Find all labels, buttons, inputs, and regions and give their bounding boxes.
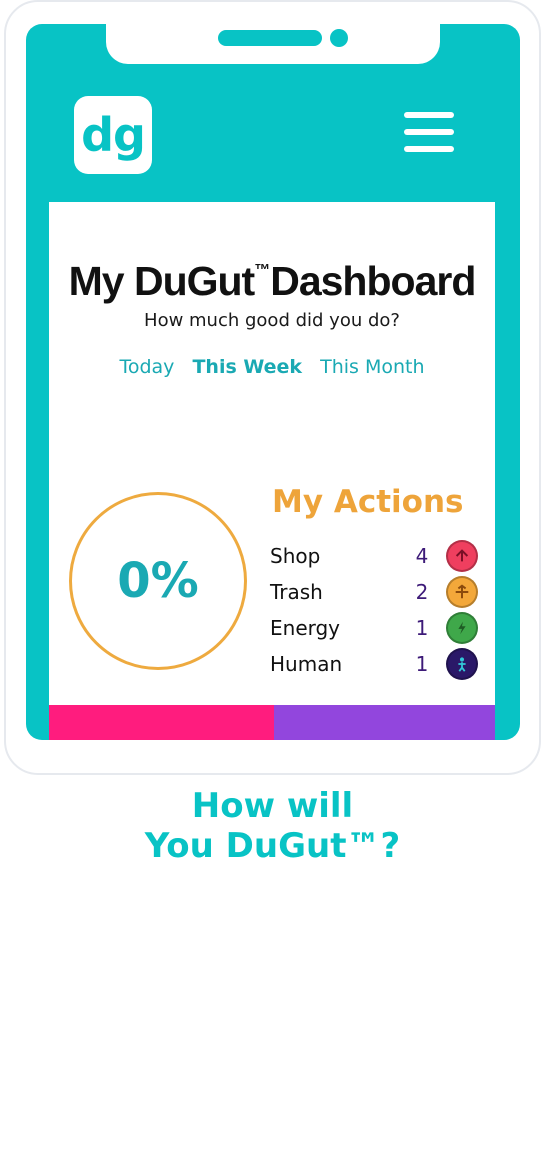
trademark-symbol: ™ (254, 262, 271, 279)
human-icon[interactable] (446, 648, 478, 680)
action-count: 1 (415, 652, 429, 676)
phone-body: dg My DuGut™Dashboard How much good did … (26, 24, 520, 740)
dashboard-screen: My DuGut™Dashboard How much good did you… (49, 202, 495, 740)
dg-logo[interactable]: dg (74, 96, 152, 174)
tagline: How will You DuGut™? (0, 786, 545, 866)
tagline-line-2: You DuGut™? (144, 826, 401, 866)
page-subtitle: How much good did you do? (144, 310, 400, 331)
period-tabs: Today This Week This Month (49, 356, 495, 378)
camera-icon (330, 29, 348, 47)
action-count: 4 (415, 544, 429, 568)
action-row-energy[interactable]: Energy 1 (270, 612, 482, 646)
action-row-human[interactable]: Human 1 (270, 648, 482, 682)
action-count: 2 (415, 580, 429, 604)
phone-notch (106, 24, 440, 64)
hamburger-menu-icon[interactable] (404, 112, 454, 152)
page-title: My DuGut™Dashboard (68, 258, 477, 304)
action-row-trash[interactable]: Trash 2 (270, 576, 482, 610)
action-label: Trash (270, 580, 323, 604)
tagline-line-1: How will (191, 786, 354, 826)
bottom-bar-pink (49, 705, 274, 740)
action-label: Energy (270, 616, 341, 640)
tab-today[interactable]: Today (119, 356, 174, 378)
shop-icon[interactable] (446, 540, 478, 572)
tab-this-week[interactable]: This Week (192, 356, 302, 378)
progress-percent: 0% (117, 553, 199, 609)
actions-heading: My Actions (272, 484, 464, 520)
action-label: Human (270, 652, 343, 676)
tab-this-month[interactable]: This Month (320, 356, 424, 378)
progress-gauge: 0% (69, 492, 247, 670)
action-count: 1 (415, 616, 429, 640)
bottom-bar-purple (274, 705, 495, 740)
action-row-shop[interactable]: Shop 4 (270, 540, 482, 574)
trash-icon[interactable] (446, 576, 478, 608)
action-label: Shop (270, 544, 321, 568)
speaker-icon (218, 30, 322, 46)
energy-icon[interactable] (446, 612, 478, 644)
